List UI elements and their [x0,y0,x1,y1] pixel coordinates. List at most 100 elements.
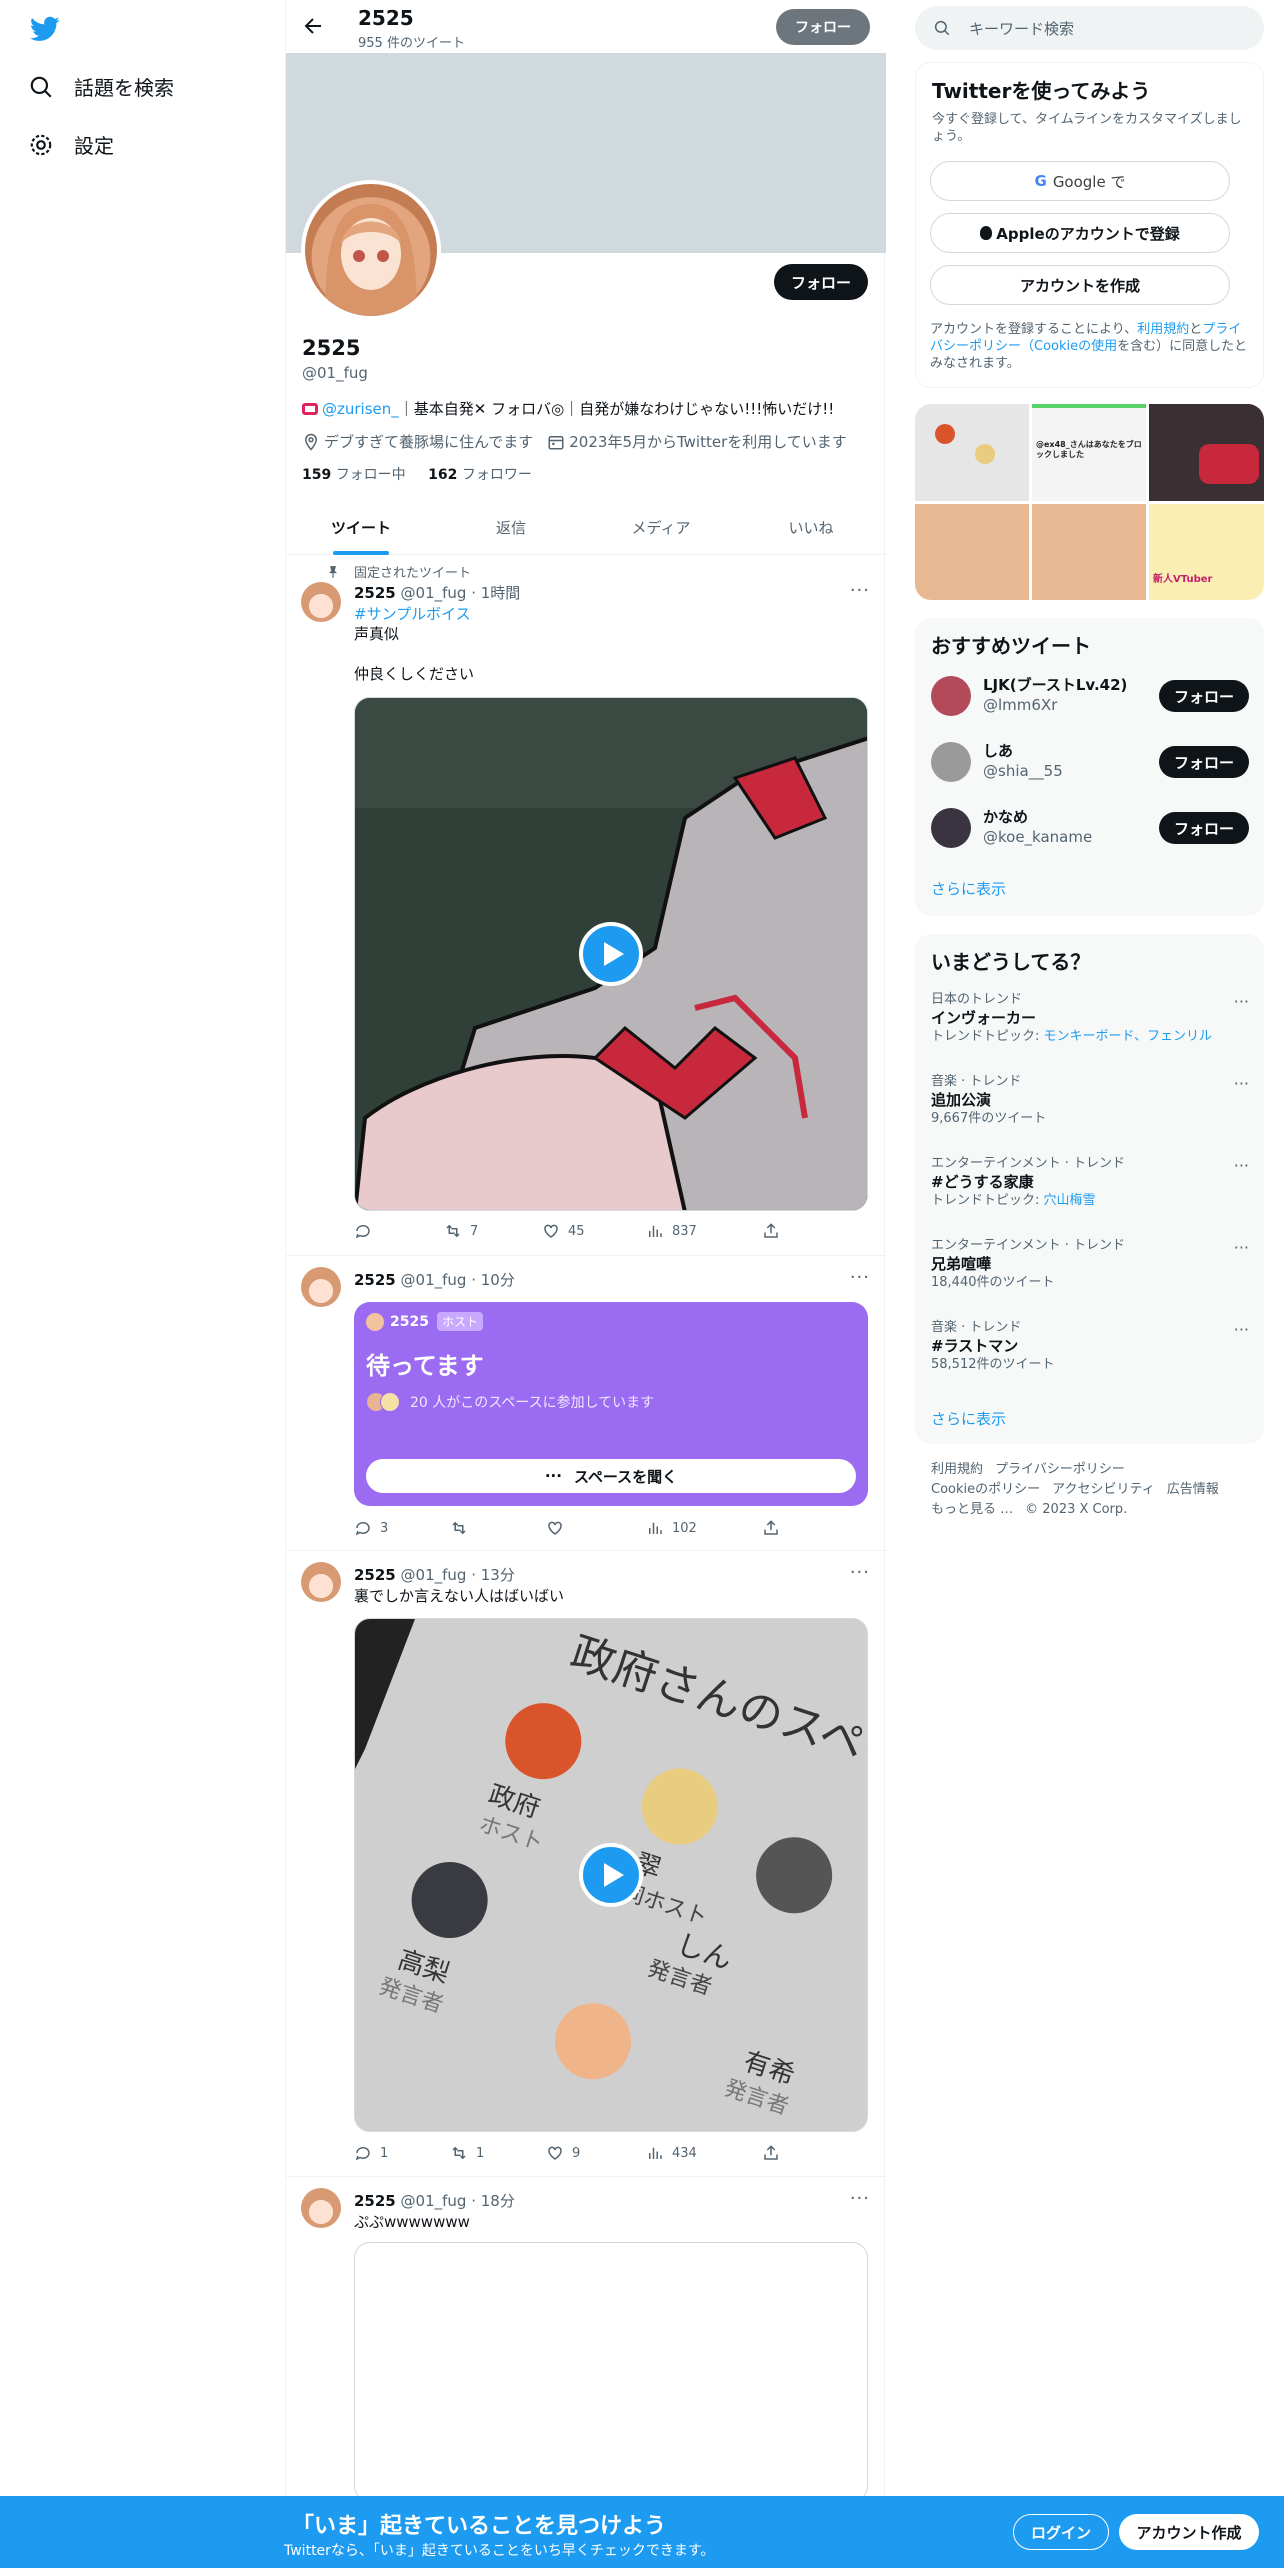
more-icon[interactable]: ··· [1234,1238,1249,1257]
create-account-button[interactable]: アカウントを作成 [930,265,1230,305]
following-stat[interactable]: 159 フォロー中 [302,467,406,483]
play-icon[interactable] [579,1843,643,1907]
retweet-button[interactable]: 1 [450,2144,484,2162]
tweet-video[interactable]: 政府さんのスペース 政府 ホスト 翠 共同ホスト 高梨 発言者 しん 発言者 有… [354,1618,868,2132]
tweet-video[interactable] [354,697,868,1211]
followers-stat[interactable]: 162 フォロワー [428,467,532,483]
profile-bio: @zurisen_｜基本自発✕ フォロバ◎｜自発が嫌なわけじゃない!!!怖いだけ… [302,398,834,420]
more-icon[interactable]: ··· [850,580,870,601]
footer-link-cookie[interactable]: Cookieのポリシー [931,1482,1040,1497]
footer-link-more[interactable]: もっと見る … [931,1502,1013,1517]
media-thumb-2[interactable]: @ex48_さんはあなたをブロックしました [1032,404,1146,501]
suggested-user[interactable]: LJK(ブーストLv.42) @lmm6Xr フォロー [931,672,1249,720]
media-thumb-3[interactable] [1149,404,1264,501]
media-thumb-4[interactable] [915,504,1029,600]
more-icon[interactable]: ··· [850,1562,870,1583]
terms-text: アカウントを登録することにより、利用規約とプライバシーポリシー（Cookieの使… [930,322,1248,371]
trend-item[interactable]: 音楽 · トレンド 追加公演 9,667件のツイート ··· [931,1074,1249,1128]
follow-button[interactable]: フォロー [1159,680,1249,712]
trend-item[interactable]: 日本のトレンド インヴォーカー トレンドトピック: モンキーボード、フェンリル … [931,992,1249,1046]
follow-stats: 159 フォロー中 162 フォロワー [302,464,532,484]
more-icon[interactable]: ··· [1234,992,1249,1011]
space-card[interactable]: 2525 ホスト 待ってます 20 人がこのスペースに参加しています ··· スペ… [354,1302,868,1506]
recommend-more-link[interactable]: さらに表示 [931,878,1006,899]
retweet-button[interactable]: 7 [444,1222,478,1240]
header-follow-button[interactable]: フォロー [776,9,870,45]
tweet-hashtag[interactable]: #サンプルボイス [354,604,471,624]
follow-button[interactable]: フォロー [1159,746,1249,778]
trends-title: いまどうしてる？ [931,950,1091,974]
twitter-logo-icon[interactable] [30,14,60,44]
apple-signup-button[interactable]: Appleのアカウントで登録 [930,213,1230,253]
tweet-pinned[interactable]: 固定されたツイート 2525 @01_fug · 1時間 ··· #サンプルボイ… [286,556,886,1256]
like-button[interactable]: 45 [542,1222,585,1240]
listen-space-button[interactable]: ··· スペースを聞く [366,1459,856,1493]
tweet-avatar[interactable] [301,582,341,622]
tab-tweets[interactable]: ツイート [286,500,436,555]
more-icon[interactable]: ··· [850,2188,870,2209]
footer-link-accessibility[interactable]: アクセシビリティ [1052,1482,1155,1497]
share-button[interactable] [762,1222,788,1240]
media-thumb-5[interactable] [1032,504,1146,600]
tweet-header: 2525 @01_fug · 13分 [354,1566,515,1584]
share-button[interactable] [762,1519,788,1537]
search-box[interactable]: キーワード検索 [915,6,1264,50]
more-icon[interactable]: ··· [850,1267,870,1288]
tweet-image[interactable]: 2525 @01_fug · 13分 ··· 裏でしか言えない人はばいばい 政府… [286,1552,886,2177]
nav-settings[interactable]: 設定 [28,130,114,159]
main-column: 2525 955 件のツイート フォロー フォロー 2525 @01_fug @… [285,0,886,2568]
views-button[interactable]: 102 [646,1519,697,1537]
tweet-media-placeholder[interactable] [354,2242,868,2502]
trend-item[interactable]: 音楽 · トレンド #ラストマン 58,512件のツイート ··· [931,1320,1249,1374]
trend-item[interactable]: エンターテインメント · トレンド 兄弟喧嘩 18,440件のツイート ··· [931,1238,1249,1292]
footer-link-privacy[interactable]: プライバシーポリシー [995,1462,1125,1477]
media-thumb-6[interactable]: 新人VTuber [1149,504,1264,600]
like-button[interactable] [546,1519,572,1537]
tweet-avatar[interactable] [301,1562,341,1602]
suggested-user[interactable]: かなめ @koe_kaname フォロー [931,804,1249,852]
nav-explore[interactable]: 話題を検索 [28,72,174,101]
tweet-text: ぷぷwwwwwww [354,2213,470,2231]
more-icon[interactable]: ··· [1234,1074,1249,1093]
user-name: LJK(ブーストLv.42) [983,676,1128,694]
back-arrow-icon[interactable] [301,14,325,38]
reply-button[interactable]: 1 [354,2144,388,2162]
profile-avatar[interactable] [301,180,441,320]
reply-button[interactable] [354,1222,380,1240]
terms-link[interactable]: 利用規約 [1137,322,1189,337]
suggested-user[interactable]: しあ @shia__55 フォロー [931,738,1249,786]
tweet-avatar[interactable] [301,2188,341,2228]
views-button[interactable]: 434 [646,2144,697,2162]
tweet-space[interactable]: 2525 @01_fug · 10分 ··· 2525 ホスト 待ってます 20… [286,1257,886,1551]
reply-button[interactable]: 3 [354,1519,388,1537]
tab-likes[interactable]: いいね [736,500,886,555]
profile-joined: 2023年5月からTwitterを利用しています [569,433,847,451]
tab-media[interactable]: メディア [586,500,736,555]
tweet-avatar[interactable] [301,1267,341,1307]
footer-link-ads[interactable]: 広告情報 [1167,1482,1219,1497]
google-signup-button[interactable]: G Google で [930,161,1230,201]
trend-title: #ラストマン [931,1337,1019,1355]
tweet-text-only[interactable]: 2525 @01_fug · 18分 ··· ぷぷwwwwwww [286,2178,886,2502]
tab-replies[interactable]: 返信 [436,500,586,555]
views-button[interactable]: 837 [646,1222,697,1240]
follow-button[interactable]: フォロー [774,264,868,300]
login-button[interactable]: ログイン [1013,2514,1109,2550]
bio-mention-link[interactable]: @zurisen_ [322,400,399,418]
more-icon[interactable]: ··· [1234,1320,1249,1339]
trends-more-link[interactable]: さらに表示 [931,1408,1006,1429]
trend-category: 日本のトレンド [931,992,1023,1007]
play-icon[interactable] [579,922,643,986]
like-button[interactable]: 9 [546,2144,580,2162]
follow-button[interactable]: フォロー [1159,812,1249,844]
media-thumb-1[interactable] [915,404,1029,501]
reply-icon [355,2146,370,2161]
reply-icon [355,1521,370,1536]
signup-button[interactable]: アカウント作成 [1119,2514,1259,2550]
footer-link-terms[interactable]: 利用規約 [931,1462,983,1477]
cookie-link[interactable]: （Cookieの使用 [1021,339,1117,354]
retweet-button[interactable] [450,1519,476,1537]
more-icon[interactable]: ··· [1234,1156,1249,1175]
share-button[interactable] [762,2144,788,2162]
trend-item[interactable]: エンターテインメント · トレンド #どうする家康 トレンドトピック: 穴山梅雪… [931,1156,1249,1210]
